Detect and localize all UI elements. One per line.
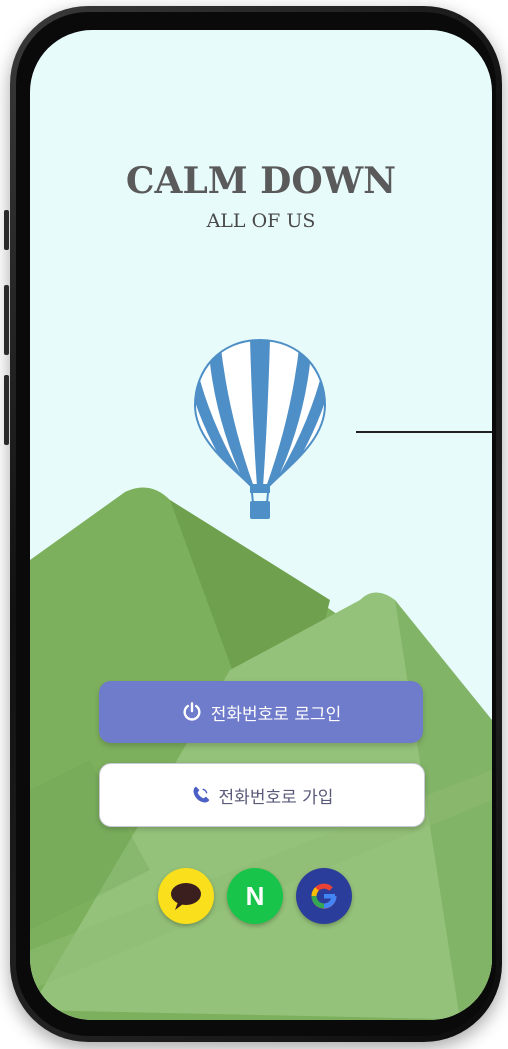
divider-line — [356, 431, 492, 433]
power-icon — [183, 702, 201, 721]
app-title: CALM DOWN — [125, 160, 397, 202]
login-button-label: 전화번호로 로그인 — [210, 704, 342, 725]
mute-switch — [4, 210, 9, 250]
google-login-button[interactable] — [296, 868, 352, 924]
naver-icon: N — [245, 880, 265, 911]
signup-button-label: 전화번호로 가입 — [218, 787, 334, 808]
kakao-login-button[interactable] — [158, 868, 214, 924]
social-login-row: N — [158, 868, 352, 924]
naver-login-button[interactable]: N — [227, 868, 283, 924]
app-subtitle: ALL OF US — [206, 210, 316, 232]
volume-down-button — [4, 375, 9, 445]
kakao-icon — [171, 883, 201, 910]
google-icon — [311, 883, 337, 909]
app-screen: CALM DOWN ALL OF US 전화번호로 로그인 전화번호로 가입 N — [30, 30, 492, 1020]
phone-login-button[interactable]: 전화번호로 로그인 — [99, 681, 423, 743]
phone-signup-button[interactable]: 전화번호로 가입 — [99, 763, 425, 827]
mountain-background — [30, 487, 492, 1020]
volume-up-button — [4, 285, 9, 355]
phone-icon — [193, 786, 209, 803]
